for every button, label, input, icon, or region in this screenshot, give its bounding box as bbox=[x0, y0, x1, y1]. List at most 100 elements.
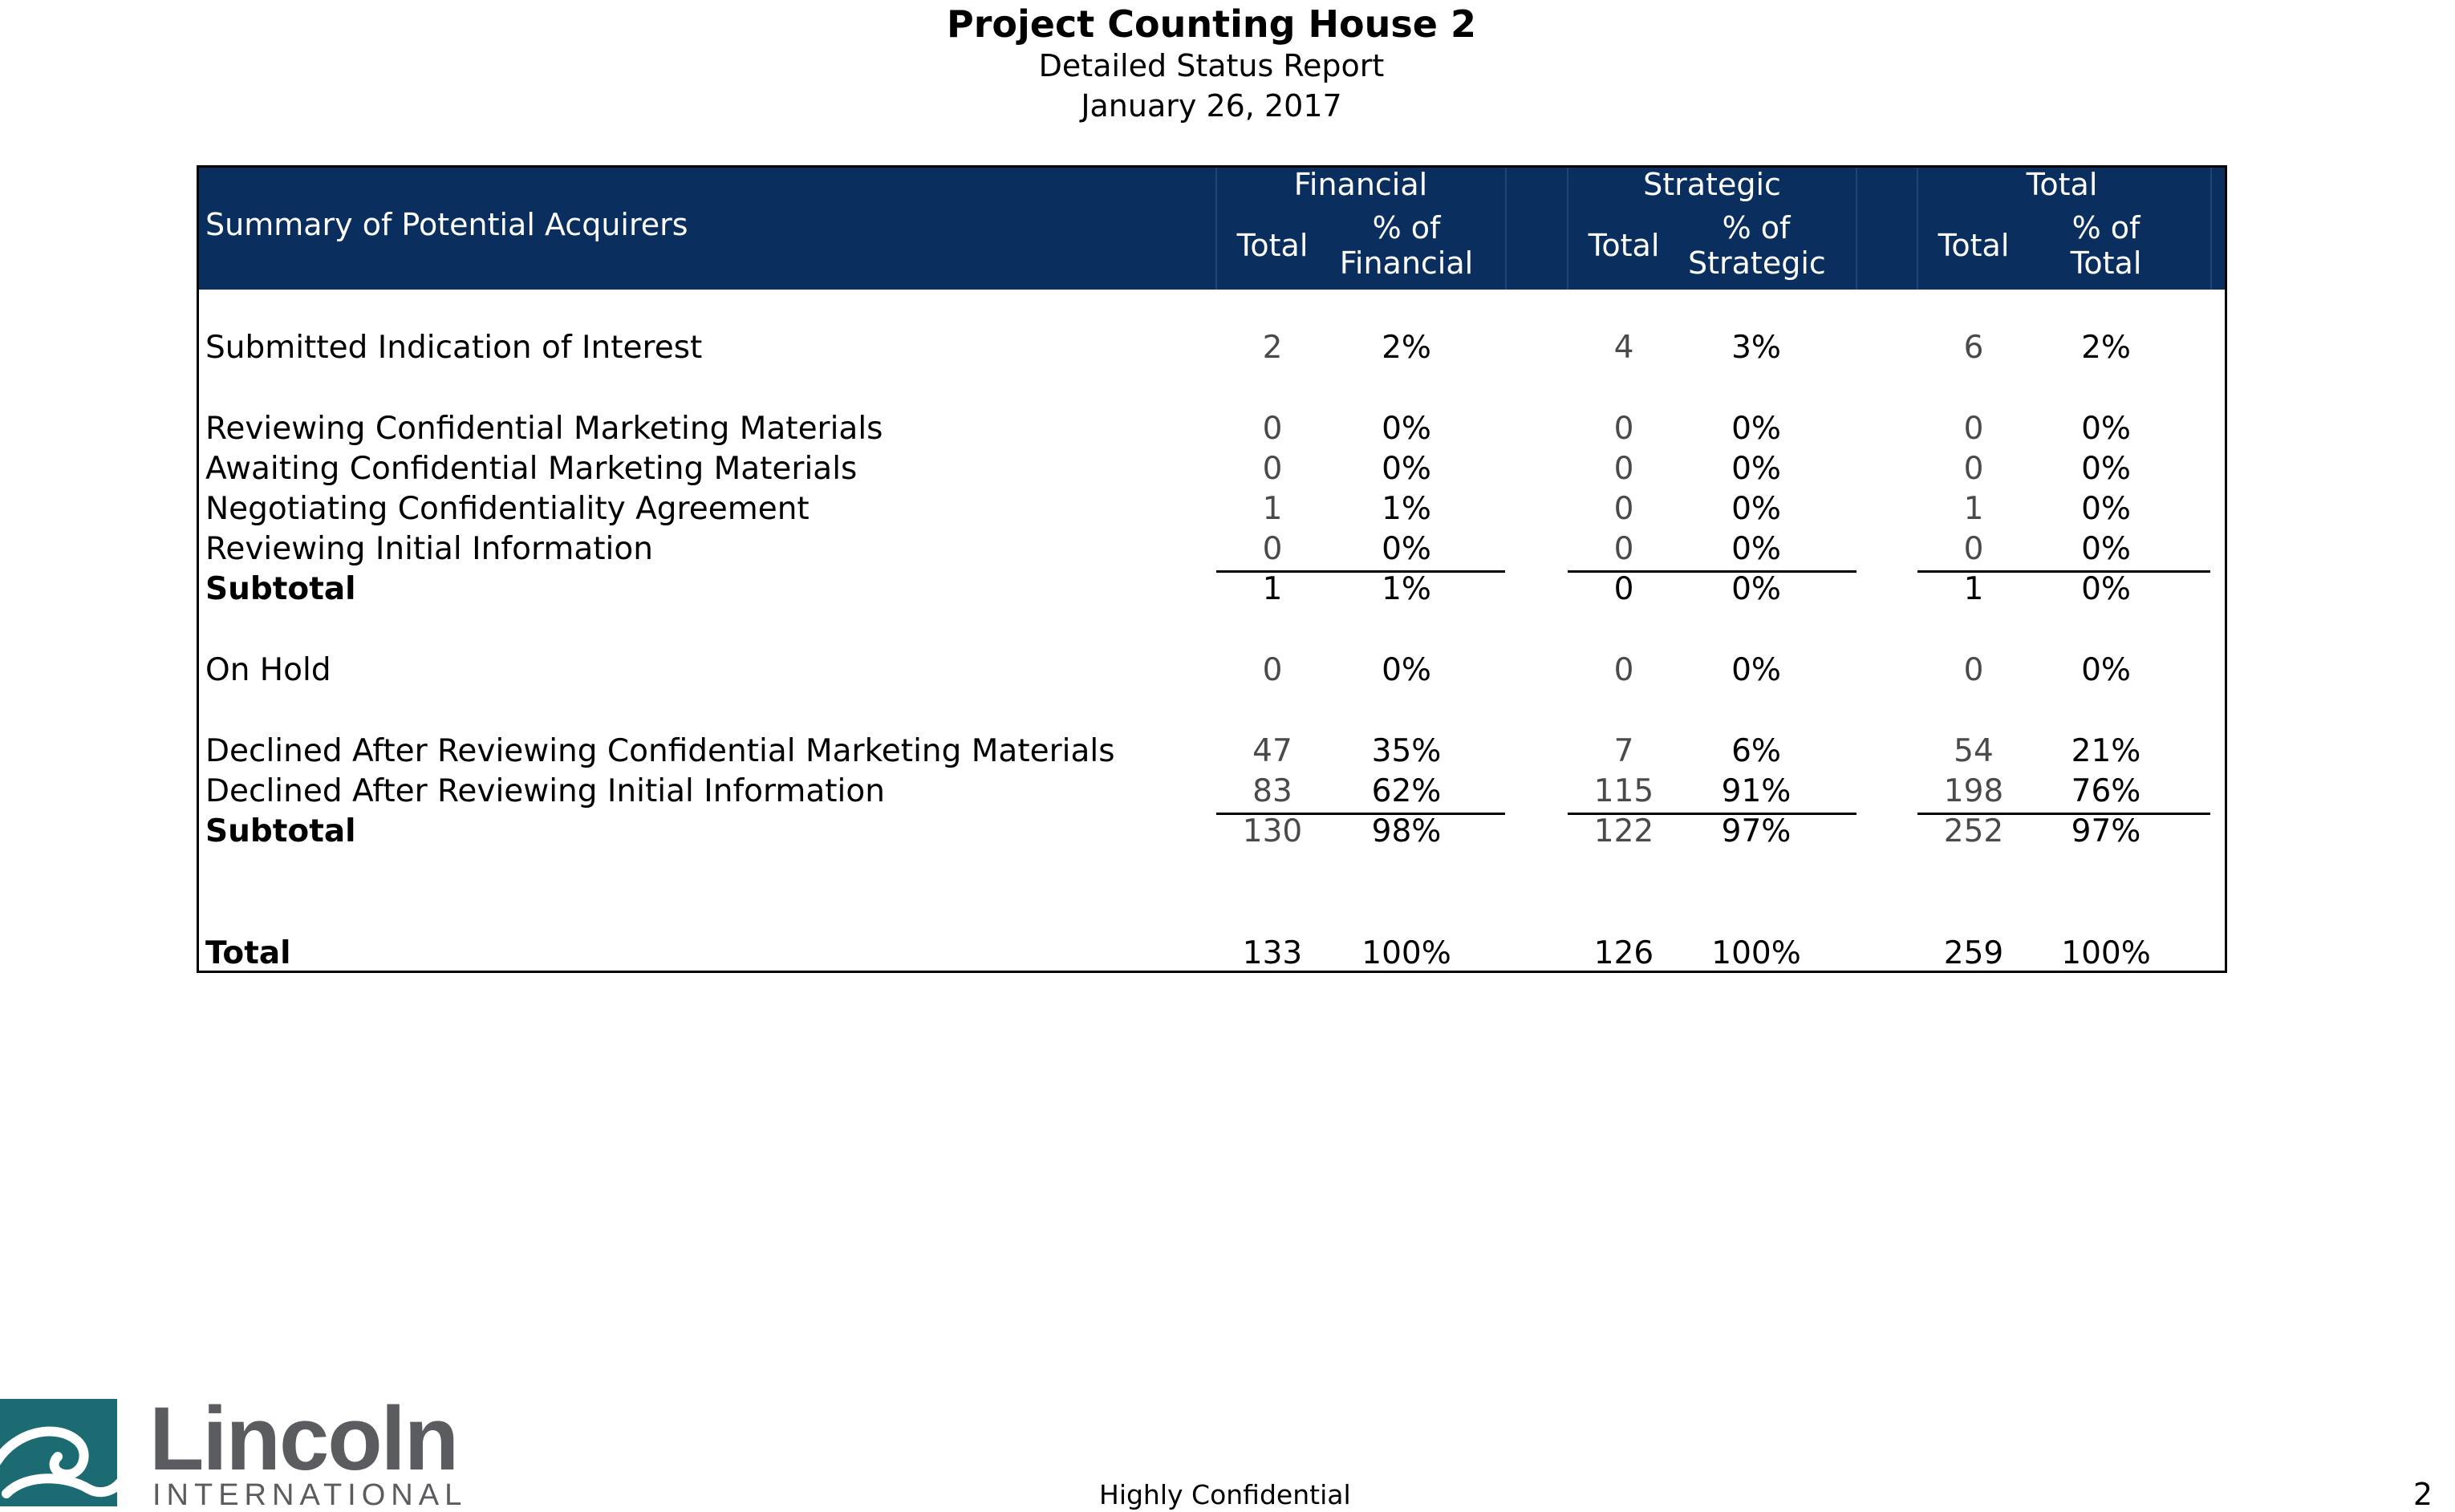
col-header-strategic-pct-line1: % of bbox=[1722, 210, 1791, 245]
row-label: Subtotal bbox=[205, 571, 356, 607]
financial-total-cell: 2 bbox=[1262, 330, 1283, 366]
total-pct-cell: 0% bbox=[2081, 531, 2131, 567]
strategic-total-cell: 0 bbox=[1613, 531, 1634, 567]
logo-subtitle: INTERNATIONAL bbox=[152, 1478, 468, 1512]
row-label: Reviewing Confidential Marketing Materia… bbox=[205, 411, 883, 447]
total-pct-cell: 0% bbox=[2081, 411, 2131, 447]
financial-total-cell: 130 bbox=[1242, 813, 1303, 849]
strategic-total-cell: 126 bbox=[1593, 935, 1654, 971]
total-total-cell: 0 bbox=[1963, 451, 1984, 487]
strategic-pct-cell: 0% bbox=[1731, 571, 1781, 607]
row-label: Total bbox=[205, 935, 291, 971]
financial-total-cell: 1 bbox=[1262, 571, 1283, 607]
total-total-cell: 1 bbox=[1963, 491, 1984, 527]
strategic-pct-cell: 97% bbox=[1721, 813, 1792, 849]
strategic-pct-cell: 3% bbox=[1731, 330, 1781, 366]
group-header-strategic: Strategic bbox=[1643, 167, 1781, 202]
table-row: Reviewing Initial Information 0 0% 0 0% … bbox=[199, 529, 2225, 570]
financial-pct-cell: 98% bbox=[1371, 813, 1442, 849]
total-pct-cell: 76% bbox=[2071, 773, 2141, 809]
financial-pct-cell: 1% bbox=[1382, 571, 1431, 607]
col-header-strategic-total: Total bbox=[1588, 228, 1660, 263]
total-total-cell: 0 bbox=[1963, 531, 1984, 567]
total-row: Total 133 100% 126 100% 259 100% bbox=[199, 934, 2225, 974]
strategic-pct-cell: 0% bbox=[1731, 531, 1781, 567]
page-number: 2 bbox=[2412, 1477, 2433, 1512]
table-row: Declined After Reviewing Initial Informa… bbox=[199, 772, 2225, 812]
strategic-total-cell: 122 bbox=[1593, 813, 1654, 849]
table-row: Negotiating Confidentiality Agreement 1 … bbox=[199, 489, 2225, 529]
total-pct-cell: 0% bbox=[2081, 451, 2131, 487]
financial-pct-cell: 0% bbox=[1382, 652, 1431, 688]
financial-total-cell: 83 bbox=[1252, 773, 1292, 809]
financial-pct-cell: 100% bbox=[1361, 935, 1451, 971]
table-row: Submitted Indication of Interest 2 2% 4 … bbox=[199, 328, 2225, 368]
subtotal-row: Subtotal 1 1% 0 0% 1 0% bbox=[199, 570, 2225, 610]
strategic-total-cell: 0 bbox=[1613, 491, 1634, 527]
row-label: Negotiating Confidentiality Agreement bbox=[205, 491, 810, 527]
financial-pct-cell: 1% bbox=[1382, 491, 1431, 527]
total-total-cell: 1 bbox=[1963, 571, 1984, 607]
strategic-pct-cell: 0% bbox=[1731, 451, 1781, 487]
total-total-cell: 198 bbox=[1943, 773, 2004, 809]
financial-total-cell: 0 bbox=[1262, 451, 1283, 487]
strategic-pct-cell: 6% bbox=[1731, 733, 1781, 769]
table-row: Awaiting Confidential Marketing Material… bbox=[199, 449, 2225, 489]
header-divider bbox=[1505, 168, 1507, 290]
group-header-total: Total bbox=[2026, 167, 2098, 202]
financial-total-cell: 133 bbox=[1242, 935, 1303, 971]
header-divider bbox=[2210, 168, 2212, 290]
financial-pct-cell: 0% bbox=[1382, 451, 1431, 487]
summary-header-label: Summary of Potential Acquirers bbox=[205, 207, 688, 242]
logo-wordmark: Lincoln bbox=[149, 1388, 459, 1489]
strategic-total-cell: 0 bbox=[1613, 411, 1634, 447]
row-label: Submitted Indication of Interest bbox=[205, 330, 703, 366]
group-header-financial: Financial bbox=[1293, 167, 1428, 202]
row-label: Declined After Reviewing Confidential Ma… bbox=[205, 733, 1115, 769]
strategic-pct-cell: 0% bbox=[1731, 652, 1781, 688]
total-total-cell: 54 bbox=[1954, 733, 1994, 769]
table-header: Summary of Potential Acquirers Financial… bbox=[199, 167, 2225, 290]
total-pct-cell: 100% bbox=[2061, 935, 2151, 971]
col-header-total-pct-line2: Total bbox=[2070, 245, 2142, 281]
total-pct-cell: 0% bbox=[2081, 652, 2131, 688]
subtotal-row: Subtotal 130 98% 122 97% 252 97% bbox=[199, 812, 2225, 852]
acquirers-summary-table: Summary of Potential Acquirers Financial… bbox=[197, 165, 2227, 973]
table-row: Declined After Reviewing Confidential Ma… bbox=[199, 732, 2225, 772]
strategic-total-cell: 7 bbox=[1613, 733, 1634, 769]
lincoln-international-logo: Lincoln INTERNATIONAL bbox=[0, 1388, 481, 1512]
row-label: Awaiting Confidential Marketing Material… bbox=[205, 451, 858, 487]
strategic-total-cell: 0 bbox=[1613, 451, 1634, 487]
col-header-total-total: Total bbox=[1938, 228, 2010, 263]
strategic-total-cell: 115 bbox=[1593, 773, 1654, 809]
report-title: Project Counting House 2 bbox=[947, 2, 1476, 46]
col-header-financial-pct-line1: % of bbox=[1372, 210, 1441, 245]
strategic-pct-cell: 0% bbox=[1731, 491, 1781, 527]
confidentiality-notice: Highly Confidential bbox=[1099, 1479, 1351, 1510]
row-label: Subtotal bbox=[205, 813, 356, 849]
total-total-cell: 252 bbox=[1943, 813, 2004, 849]
total-total-cell: 0 bbox=[1963, 652, 1984, 688]
financial-total-cell: 47 bbox=[1252, 733, 1292, 769]
col-header-strategic-pct-line2: Strategic bbox=[1688, 245, 1826, 281]
row-label: Reviewing Initial Information bbox=[205, 531, 653, 567]
total-pct-cell: 0% bbox=[2081, 491, 2131, 527]
total-pct-cell: 2% bbox=[2081, 330, 2131, 366]
total-pct-cell: 0% bbox=[2081, 571, 2131, 607]
strategic-pct-cell: 100% bbox=[1711, 935, 1801, 971]
strategic-total-cell: 0 bbox=[1613, 571, 1634, 607]
financial-total-cell: 0 bbox=[1262, 531, 1283, 567]
table-row: On Hold 0 0% 0 0% 0 0% bbox=[199, 651, 2225, 691]
financial-pct-cell: 35% bbox=[1371, 733, 1442, 769]
total-total-cell: 259 bbox=[1943, 935, 2004, 971]
col-header-financial-total: Total bbox=[1236, 228, 1309, 263]
total-pct-cell: 97% bbox=[2071, 813, 2141, 849]
financial-total-cell: 0 bbox=[1262, 652, 1283, 688]
financial-total-cell: 0 bbox=[1262, 411, 1283, 447]
row-label: Declined After Reviewing Initial Informa… bbox=[205, 773, 885, 809]
strategic-total-cell: 4 bbox=[1613, 330, 1634, 366]
financial-pct-cell: 0% bbox=[1382, 411, 1431, 447]
strategic-pct-cell: 91% bbox=[1721, 773, 1792, 809]
total-total-cell: 6 bbox=[1963, 330, 1984, 366]
report-subtitle: Detailed Status Report bbox=[1038, 48, 1385, 83]
